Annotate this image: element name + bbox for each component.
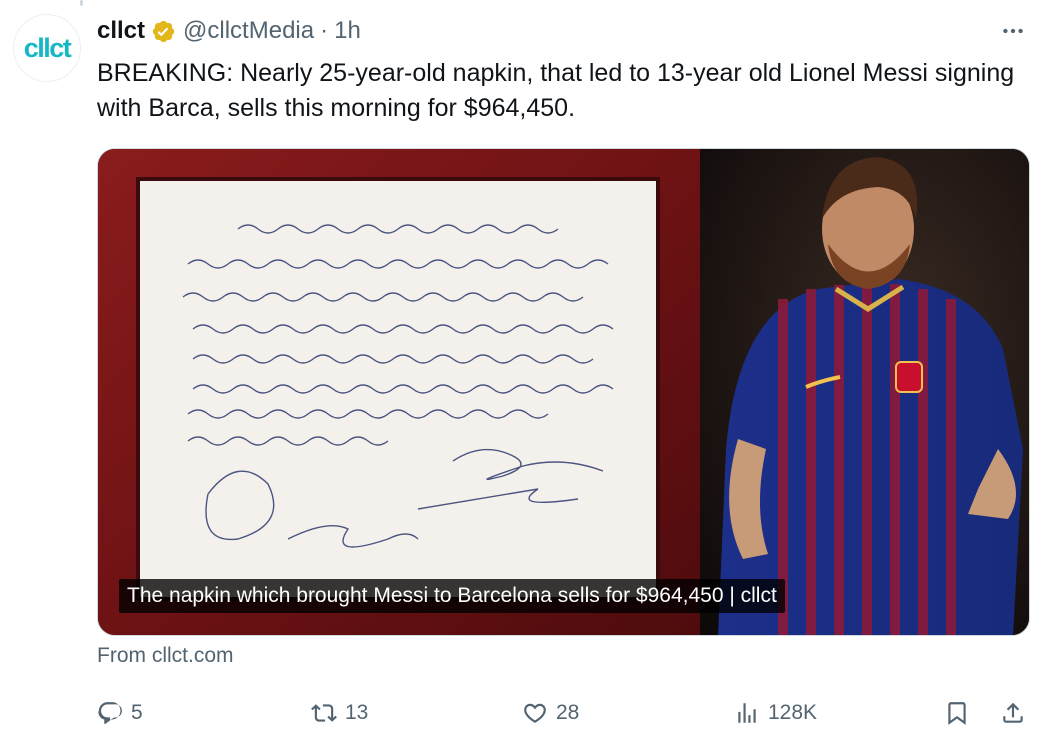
reply-count: 5: [131, 701, 143, 724]
media-card[interactable]: [97, 148, 1030, 636]
views-count: 128K: [768, 701, 818, 724]
separator-dot: ·: [320, 17, 329, 44]
tweet-header: cllct @cllctMedia · 1h: [97, 16, 361, 46]
repost-button[interactable]: 13: [311, 695, 368, 731]
like-count: 28: [556, 701, 580, 724]
media-caption: The napkin which brought Messi to Barcel…: [119, 579, 785, 613]
share-button[interactable]: [1000, 695, 1026, 731]
timestamp[interactable]: 1h: [334, 17, 361, 45]
reply-icon: [98, 702, 122, 724]
like-icon: [524, 703, 546, 723]
bookmark-button[interactable]: [944, 695, 970, 731]
avatar[interactable]: cllct: [13, 14, 81, 82]
author-handle[interactable]: @cllctMedia: [183, 17, 314, 45]
share-icon: [1003, 702, 1023, 723]
reply-button[interactable]: 5: [97, 695, 143, 731]
repost-count: 13: [345, 701, 369, 724]
avatar-logo-text: cllct: [23, 32, 72, 63]
action-bar: 5 13 28 128K: [97, 695, 1032, 731]
tweet-text: BREAKING: Nearly 25-year-old napkin, tha…: [97, 59, 1015, 122]
views-button[interactable]: 128K: [734, 695, 817, 731]
author-name[interactable]: cllct: [97, 17, 145, 45]
thread-connector: [80, 0, 83, 6]
views-icon: [738, 703, 756, 723]
more-icon[interactable]: [996, 16, 1030, 46]
card-source-link[interactable]: From cllct.com: [97, 644, 234, 668]
bookmark-icon: [948, 702, 966, 725]
verified-badge-icon[interactable]: [151, 19, 176, 44]
repost-icon: [311, 704, 337, 722]
media-image: [98, 149, 1029, 635]
like-button[interactable]: 28: [522, 695, 579, 731]
